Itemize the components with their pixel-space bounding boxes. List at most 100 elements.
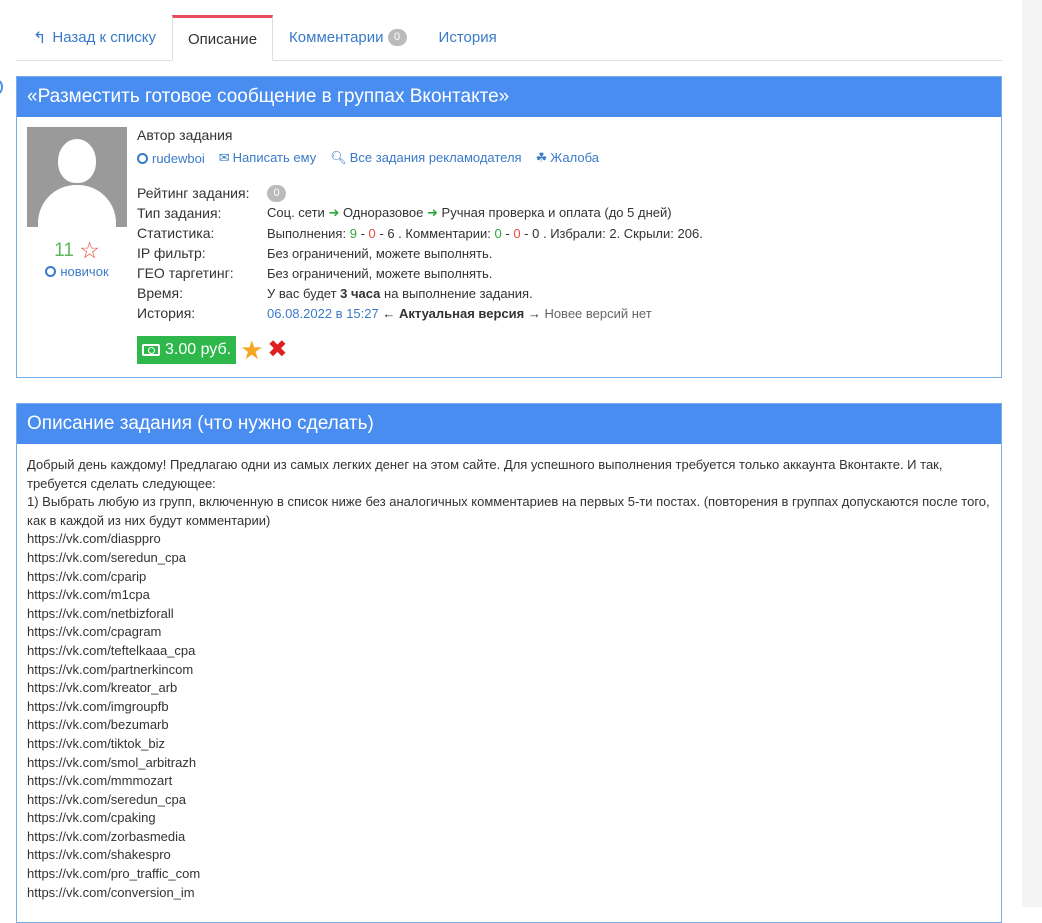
group-link: https://vk.com/bezumarb [27,717,169,733]
avatar-body-shape [38,185,116,227]
group-link: https://vk.com/smol_arbitrazh [27,754,197,770]
group-link: https://vk.com/shakespro [27,847,171,863]
group-link: https://vk.com/cparip [27,568,147,584]
stats-exec-label: Выполнения: [267,225,347,241]
task-title: «Разместить готовое сообщение в группах … [17,77,1001,117]
bug-icon: ☘ [535,150,548,165]
group-link: https://vk.com/cpaking [27,810,156,826]
price-badge[interactable]: 3.00 руб. [137,336,237,364]
group-link: https://vk.com/imgroupfb [27,698,169,714]
group-link: https://vk.com/m1cpa [27,587,150,603]
time-row: Время: У вас будет 3 часа на выполнение … [137,283,703,303]
reply-arrow-icon: ↰ [33,29,47,47]
stats-label: Статистика: [137,225,215,241]
all-tasks-link[interactable]: 🔍︎ Все задания рекламодателя [330,150,521,166]
type-label: Тип задания: [137,205,222,221]
user-circle-icon [137,152,148,164]
description-step-1: 1) Выбрать любую из групп, включенную в … [27,494,990,528]
group-link: https://vk.com/tiktok_biz [27,735,165,751]
history-row: История: 06.08.2022 в 15:27 ← Актуальная… [137,303,703,323]
author-username-link[interactable]: rudewboi [137,151,205,166]
task-rating-badge: 0 [267,184,286,202]
geo-label: ГЕО таргетинг: [137,265,234,281]
group-link: https://vk.com/conversion_im [27,884,195,900]
group-link: https://vk.com/seredun_cpa [27,791,186,807]
history-label: История: [137,305,196,321]
author-rank[interactable]: новичок [27,264,127,279]
group-link: https://vk.com/zorbasmedia [27,828,186,844]
star-outline-icon: ☆ [79,237,100,263]
stats-exec-pending: 6 [387,225,395,241]
circle-icon [45,266,57,277]
time-pre: У вас будет [267,285,337,301]
geo-value: Без ограничений, можете выполнять. [267,265,493,281]
stats-comments-negative: 0 [513,225,521,241]
envelope-icon: ✉ [218,150,230,165]
group-link: https://vk.com/seredun_cpa [27,549,186,565]
task-info: Автор задания rudewboi ✉ Написать ему 🔍︎ В… [137,127,703,364]
avatar[interactable] [27,127,127,227]
arrow-right-icon: → [527,305,541,321]
money-icon [142,344,160,356]
complaint-label: Жалоба [550,150,599,165]
hide-task-icon[interactable]: ✖ [267,338,287,362]
history-new: Новее версий нет [544,305,652,321]
geo-row: ГЕО таргетинг: Без ограничений, можете в… [137,263,703,283]
author-links: rudewboi ✉ Написать ему 🔍︎ Все задания рек… [137,150,703,166]
time-amount: 3 часа [340,285,381,301]
tab-back-to-list[interactable]: ↰ Назад к списку [16,15,172,60]
group-link: https://vk.com/mmmozart [27,773,173,789]
type-row: Тип задания: Соц. сети ➜ Одноразовое ➜ Р… [137,203,703,223]
write-message-link[interactable]: ✉ Написать ему [219,150,316,166]
stats-exec-rejected: 0 [368,225,376,241]
tab-label: Описание [188,30,258,48]
ip-label: IP фильтр: [137,245,206,261]
comments-count-badge: 0 [387,29,407,46]
author-username: rudewboi [152,150,205,166]
type-frequency: Одноразовое [342,205,424,220]
group-link: https://vk.com/diasppro [27,531,161,547]
tab-description[interactable]: Описание [172,15,274,61]
search-icon: 🔍︎ [330,150,347,165]
group-link: https://vk.com/cpagram [27,624,162,640]
group-link: https://vk.com/netbizforall [27,605,174,621]
group-link: https://vk.com/partnerkincom [27,661,194,677]
stats-row: Статистика: Выполнения: 9 - 0 - 6 . Комм… [137,223,703,243]
write-message-label: Написать ему [232,150,317,165]
stats-exec-done: 9 [349,225,357,241]
author-rating-value: 11 [54,240,74,261]
tab-history[interactable]: История [423,15,513,60]
task-panel: «Разместить готовое сообщение в группах … [16,76,1002,378]
stats-comments-positive: 0 [494,225,502,241]
ip-row: IP фильтр: Без ограничений, можете выпол… [137,243,703,263]
description-body: Добрый день каждому! Предлагаю одни из с… [17,444,1001,914]
ip-value: Без ограничений, можете выполнять. [267,245,493,261]
complaint-link[interactable]: ☘ Жалоба [536,150,599,166]
time-post: на выполнение задания. [384,285,533,301]
author-rating: 11 ☆ [27,237,127,264]
history-date-link[interactable]: 06.08.2022 в 15:27 [267,306,379,321]
group-link: https://vk.com/teftelkaaa_cpa [27,642,196,658]
tab-label: Назад к списку [52,29,157,46]
all-tasks-label: Все задания рекламодателя [349,150,522,165]
description-panel: Описание задания (что нужно сделать) Доб… [16,403,1002,923]
tab-label: Комментарии [289,29,384,46]
tab-comments[interactable]: Комментарии 0 [273,15,422,60]
author-label: Автор задания [137,127,233,143]
price-value: 3.00 руб. [165,341,232,358]
stats-rest: . Избрали: 2. Скрыли: 206. [542,225,703,241]
rating-label: Рейтинг задания: [137,185,250,201]
arrow-left-icon: ← [382,305,396,321]
type-category: Соц. сети [267,205,325,220]
time-label: Время: [137,285,184,301]
stats-comments-label: . Комментарии: [398,225,491,241]
side-toggle-icon[interactable] [0,80,3,94]
avatar-head-shape [58,139,96,183]
history-value: 06.08.2022 в 15:27 ← Актуальная версия →… [267,306,652,321]
group-links-list: https://vk.com/diasppro https://vk.com/se… [27,530,991,902]
favorite-star-icon[interactable]: ★ [240,337,263,363]
history-current: Актуальная версия [398,305,525,321]
arrow-right-icon: ➜ [427,205,438,220]
description-intro: Добрый день каждому! Предлагаю одни из с… [27,457,943,491]
stats-value: Выполнения: 9 - 0 - 6 . Комментарии: 0 -… [267,225,703,241]
